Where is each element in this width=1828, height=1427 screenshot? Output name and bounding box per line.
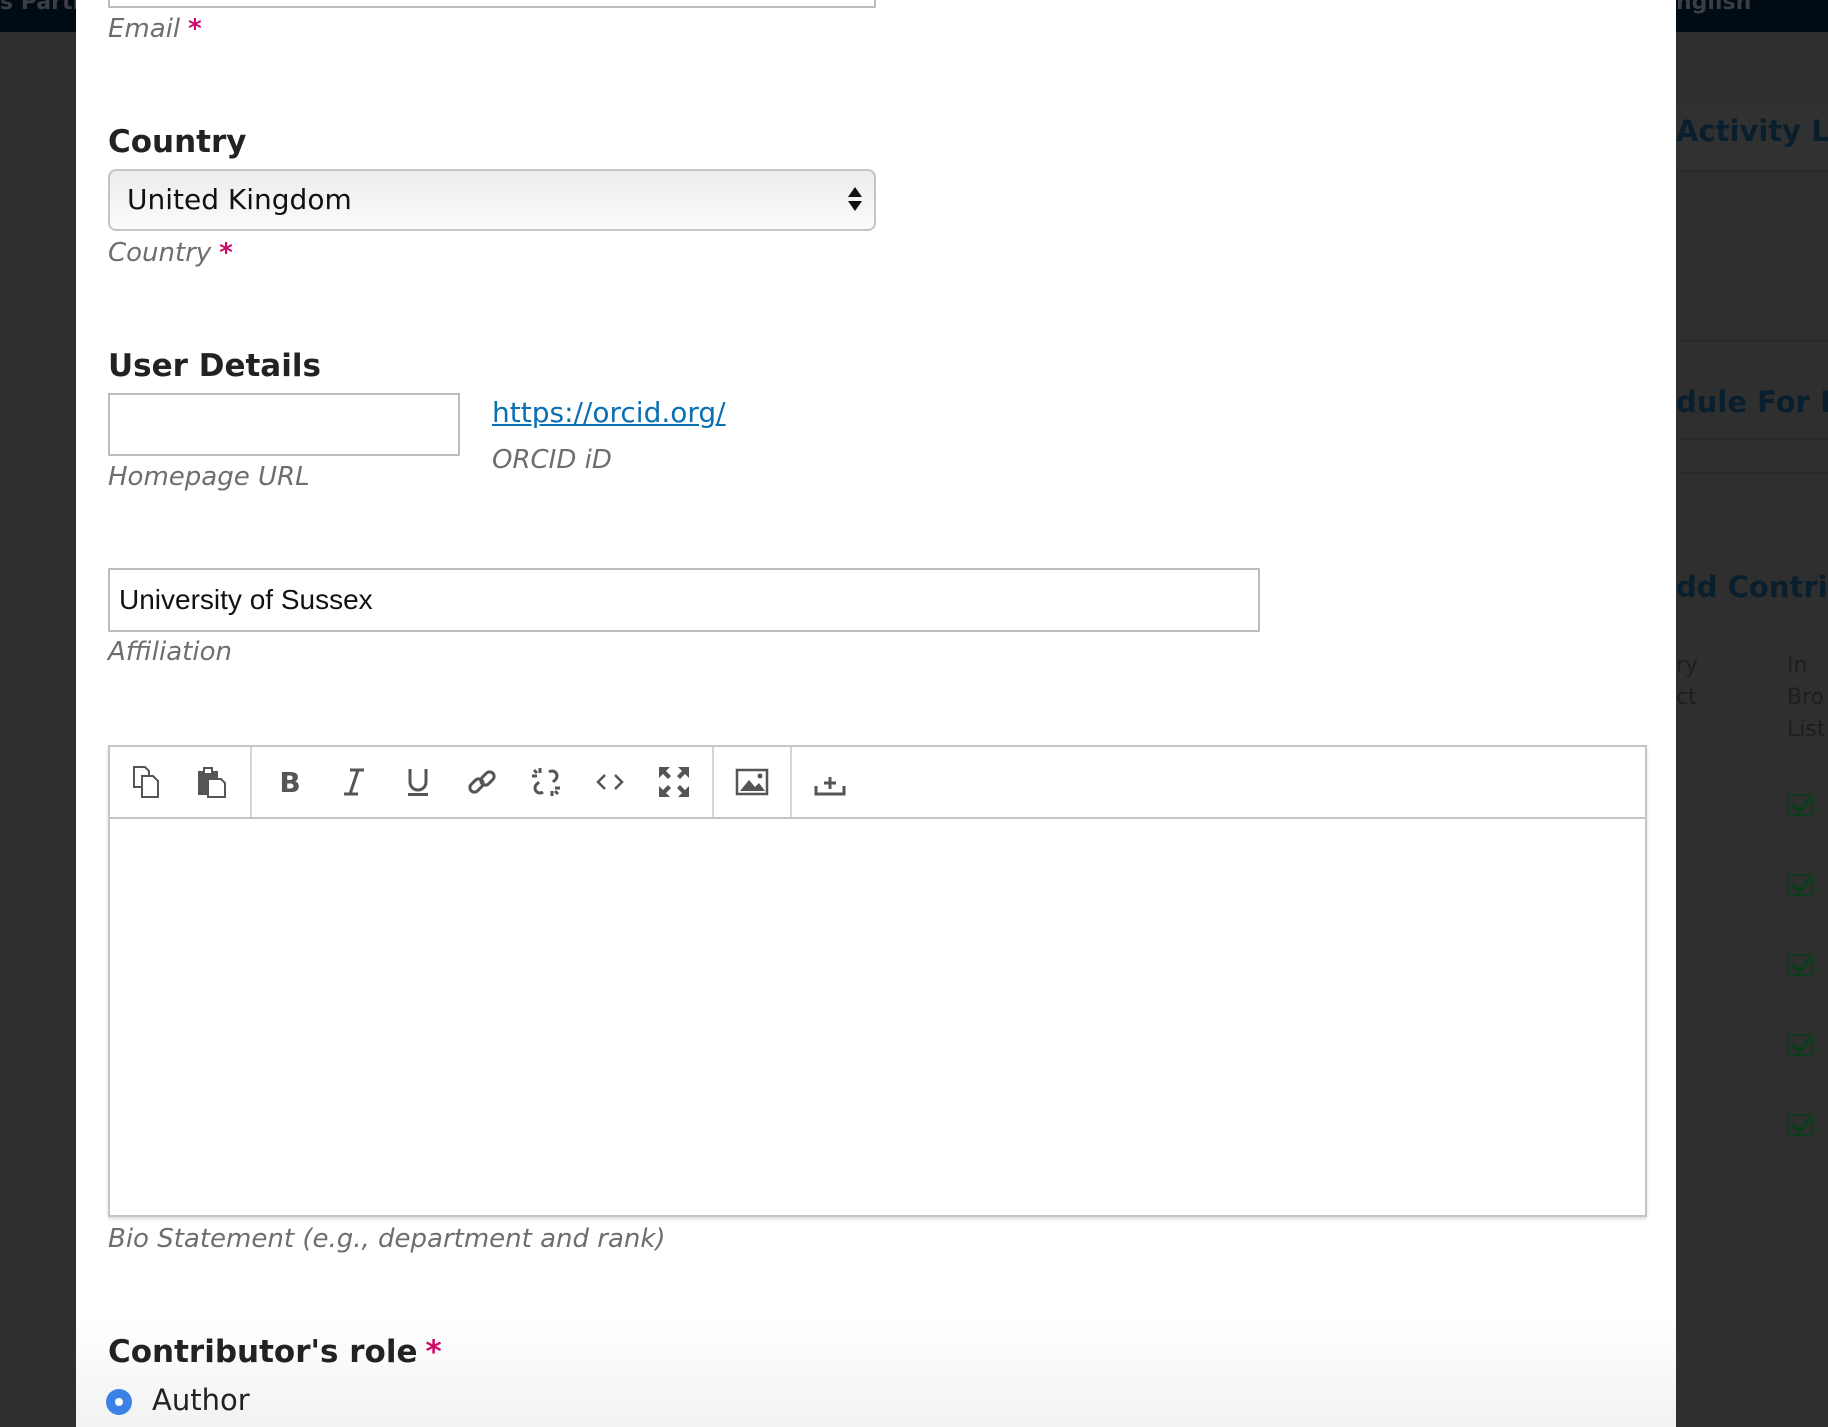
check-icon: [1787, 794, 1813, 816]
bio-editor: B: [108, 745, 1647, 1217]
copy-icon: [133, 766, 159, 798]
divider: [1676, 438, 1828, 440]
editor-toolbar: B: [110, 747, 1645, 819]
homepage-url-label: Homepage URL: [108, 462, 310, 492]
required-asterisk: *: [425, 1334, 442, 1370]
homepage-url-input[interactable]: [108, 393, 460, 456]
bio-text-area[interactable]: [110, 819, 1645, 1215]
background-header-text-left: s Parti: [0, 0, 81, 15]
code-button[interactable]: [578, 747, 642, 817]
unlink-icon: [532, 768, 560, 796]
role-radio-author-label[interactable]: Author: [152, 1383, 250, 1417]
link-icon: [468, 770, 496, 794]
divider: [1676, 340, 1828, 342]
email-label: Email *: [108, 14, 202, 44]
check-icon: [1787, 1114, 1813, 1136]
unlink-button[interactable]: [514, 747, 578, 817]
background-heading-contributors: dd Contribu: [1676, 570, 1828, 604]
italic-button[interactable]: [322, 747, 386, 817]
background-heading-schedule: dule For Pul: [1676, 385, 1828, 419]
svg-text:B: B: [279, 766, 300, 799]
bold-button[interactable]: B: [258, 747, 322, 817]
email-field[interactable]: [108, 0, 876, 8]
code-icon: [596, 774, 624, 790]
fullscreen-button[interactable]: [642, 747, 706, 817]
toolbar-group-format: B: [252, 747, 714, 817]
upload-button[interactable]: [798, 747, 862, 817]
check-icon: [1787, 1034, 1813, 1056]
fullscreen-icon: [659, 767, 689, 797]
check-icon: [1787, 954, 1813, 976]
toolbar-group-media: [714, 747, 792, 817]
country-label-text: Country: [108, 238, 212, 268]
email-label-text: Email: [108, 14, 181, 44]
orcid-label: ORCID iD: [492, 445, 612, 475]
contributor-role-heading: Contributor's role *: [108, 1334, 442, 1370]
divider: [1676, 472, 1828, 474]
paste-icon: [198, 767, 226, 798]
upload-icon: [814, 777, 846, 796]
column-header-line: ct: [1676, 685, 1697, 710]
image-icon: [735, 768, 769, 796]
affiliation-label: Affiliation: [108, 637, 232, 667]
toolbar-group-upload: [792, 747, 868, 817]
paste-button[interactable]: [180, 747, 244, 817]
country-select[interactable]: United Kingdom: [108, 169, 876, 231]
contributor-role-heading-text: Contributor's role: [108, 1334, 418, 1370]
country-selected-value: United Kingdom: [127, 183, 352, 216]
image-button[interactable]: [720, 747, 784, 817]
divider: [1676, 170, 1828, 172]
column-header-line: List: [1787, 717, 1826, 742]
background-column-header: In Bro List: [1787, 650, 1825, 746]
column-header-line: ry: [1676, 653, 1699, 678]
orcid-link[interactable]: https://orcid.org/: [492, 396, 726, 429]
underline-icon: [408, 769, 428, 796]
underline-button[interactable]: [386, 747, 450, 817]
country-label: Country *: [108, 238, 233, 268]
italic-icon: [344, 768, 364, 796]
check-icon: [1787, 874, 1813, 896]
column-header-line: In: [1787, 653, 1808, 678]
required-asterisk: *: [219, 238, 233, 268]
background-header-text-right: nglish: [1676, 0, 1752, 15]
country-heading: Country: [108, 124, 247, 160]
affiliation-input[interactable]: [108, 568, 1260, 632]
role-radio-author[interactable]: [106, 1389, 132, 1415]
background-heading-activity-log: Activity Log: [1676, 114, 1828, 148]
bold-icon: B: [279, 766, 300, 799]
background-column-header: ry ct: [1676, 650, 1698, 714]
copy-button[interactable]: [116, 747, 180, 817]
user-details-heading: User Details: [108, 348, 321, 384]
bio-label: Bio Statement (e.g., department and rank…: [108, 1224, 666, 1254]
select-arrows-icon: [848, 187, 862, 215]
toolbar-group-clipboard: [110, 747, 252, 817]
link-button[interactable]: [450, 747, 514, 817]
required-asterisk: *: [188, 14, 202, 44]
column-header-line: Bro: [1787, 685, 1825, 710]
